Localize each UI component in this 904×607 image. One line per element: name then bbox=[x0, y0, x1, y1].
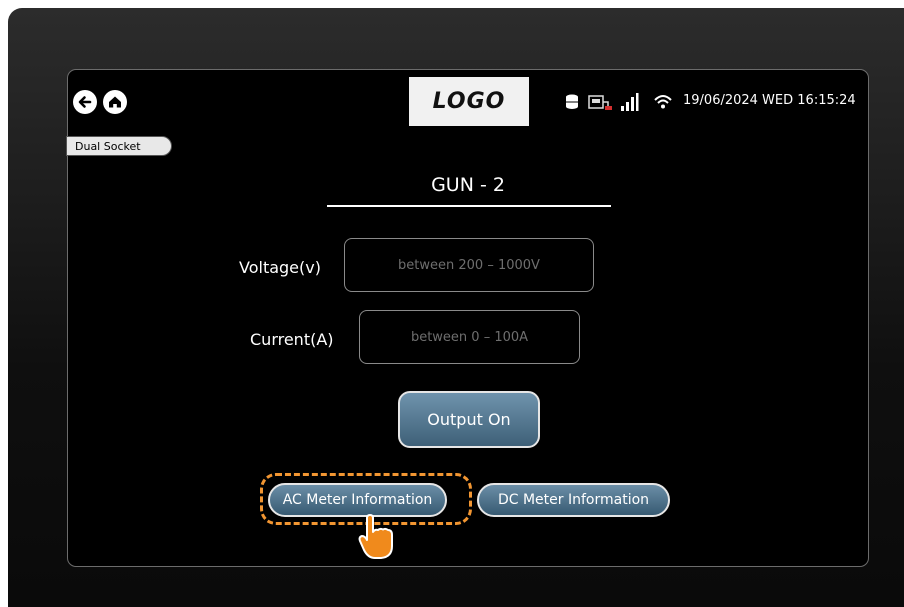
logo: LOGO bbox=[409, 77, 529, 126]
home-icon bbox=[109, 96, 121, 108]
signal-bars-icon bbox=[621, 93, 639, 111]
home-button[interactable] bbox=[103, 90, 127, 114]
voltage-input[interactable]: between 200 – 1000V bbox=[344, 238, 594, 292]
charger-icon bbox=[588, 95, 612, 110]
voltage-placeholder: between 200 – 1000V bbox=[398, 257, 540, 273]
current-input[interactable]: between 0 – 100A bbox=[359, 310, 580, 364]
wifi-icon bbox=[654, 95, 672, 109]
gun-title: GUN - 2 bbox=[431, 174, 505, 196]
back-button[interactable] bbox=[73, 90, 97, 114]
voltage-label: Voltage(v) bbox=[239, 258, 321, 277]
output-on-button[interactable]: Output On bbox=[398, 391, 540, 448]
dc-meter-button[interactable]: DC Meter Information bbox=[477, 483, 670, 517]
hand-pointer-icon bbox=[358, 514, 393, 559]
current-label: Current(A) bbox=[250, 330, 334, 349]
logo-text: LOGO bbox=[432, 89, 506, 114]
database-icon bbox=[566, 94, 578, 109]
mode-tag: Dual Socket bbox=[66, 136, 172, 156]
current-placeholder: between 0 – 100A bbox=[410, 329, 529, 345]
device-screen: LOGO 19/06/2024 WED 16:15:24 Dual Socket… bbox=[66, 69, 869, 567]
datetime-display: 19/06/2024 WED 16:15:24 bbox=[683, 93, 856, 108]
back-arrow-icon bbox=[78, 96, 92, 108]
device-bezel: LOGO 19/06/2024 WED 16:15:24 Dual Socket… bbox=[8, 8, 904, 607]
title-underline bbox=[327, 205, 611, 207]
ac-meter-button[interactable]: AC Meter Information bbox=[268, 483, 447, 517]
